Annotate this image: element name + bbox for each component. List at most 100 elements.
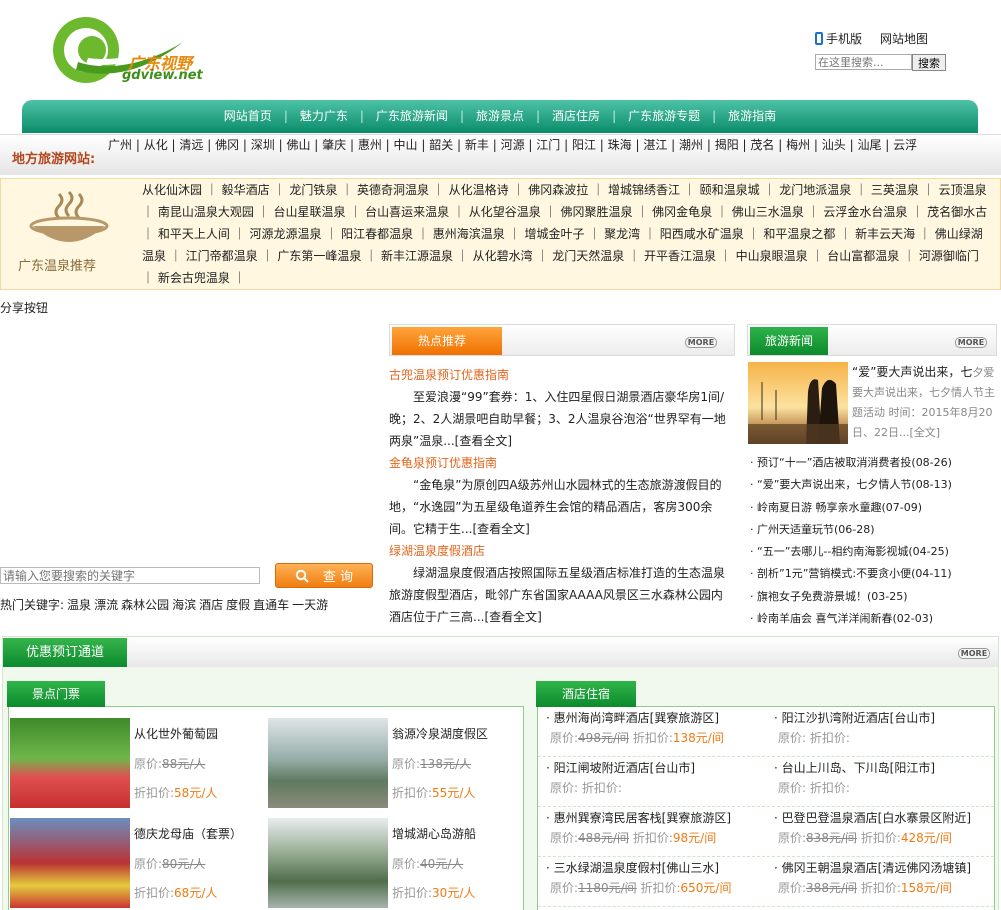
local-site-link[interactable]: 广州 xyxy=(108,138,132,152)
spot-name[interactable]: 增城湖心岛游船 xyxy=(392,825,476,842)
hotel-name[interactable]: · 台山上川岛、下川岛[阳江市] xyxy=(774,758,1001,778)
hot-spring-link[interactable]: 增城锦绣香江 xyxy=(608,183,680,197)
nav-item[interactable]: 魅力广东 xyxy=(288,100,360,133)
local-site-link[interactable]: 阳江 xyxy=(572,138,596,152)
nav-item[interactable]: 旅游景点 xyxy=(464,100,536,133)
hotel-name[interactable]: · 佛冈王朝温泉酒店[清远佛冈汤塘镇] xyxy=(774,858,1001,878)
local-site-link[interactable]: 韶关 xyxy=(429,138,453,152)
hotel-item[interactable]: · 阳江沙扒湾附近酒店[台山市] 原价: 折扣价: xyxy=(774,708,1001,748)
news-item[interactable]: · 旗袍女子免费游景城！(03-25) xyxy=(750,586,1000,608)
hot-spring-link[interactable]: 江门帝都温泉 xyxy=(186,249,258,263)
nav-item[interactable]: 酒店住房 xyxy=(540,100,612,133)
hot-spring-link[interactable]: 新丰江源温泉 xyxy=(381,249,453,263)
hot-spring-link[interactable]: 开平香江温泉 xyxy=(644,249,716,263)
hot-keyword[interactable]: 一天游 xyxy=(292,598,328,612)
news-item[interactable]: · 剖析”1元”营销模式:不要贪小便(04-11) xyxy=(750,563,1000,585)
hot-item-title[interactable]: 金龟泉预订优惠指南 xyxy=(389,452,735,474)
promo-more-button[interactable]: MORE xyxy=(958,648,990,659)
spot-image[interactable] xyxy=(10,718,130,808)
spot-name[interactable]: 翁源冷泉湖度假区 xyxy=(392,725,488,742)
hot-more-button[interactable]: MORE xyxy=(685,337,717,348)
nav-item[interactable]: 旅游指南 xyxy=(716,100,788,133)
spot-card[interactable]: 翁源冷泉湖度假区 原价:138元/人 折扣价:55元/人 xyxy=(268,718,523,813)
mobile-link[interactable]: 手机版 xyxy=(815,30,862,47)
travel-news-tab[interactable]: 旅游新闻 xyxy=(750,327,828,355)
hot-keyword[interactable]: 温泉 xyxy=(67,598,91,612)
hot-spring-link[interactable]: 三英温泉 xyxy=(871,183,919,197)
hot-spring-link[interactable]: 和平温泉之都 xyxy=(763,227,835,241)
hot-keyword[interactable]: 度假 xyxy=(226,598,250,612)
hot-spring-link[interactable]: 台山星联温泉 xyxy=(273,205,345,219)
hot-spring-link[interactable]: 南昆山温泉大观园 xyxy=(158,205,254,219)
local-site-link[interactable]: 汕头 xyxy=(822,138,846,152)
hotel-tab[interactable]: 酒店住宿 xyxy=(536,681,636,707)
local-site-link[interactable]: 珠海 xyxy=(608,138,632,152)
hotel-item[interactable]: · 佛冈王朝温泉酒店[清远佛冈汤塘镇] 原价:388元/间 折扣价:158元/间 xyxy=(774,858,1001,898)
top-search-button[interactable]: 搜索 xyxy=(912,54,946,71)
hot-spring-link[interactable]: 阳江春都温泉 xyxy=(341,227,413,241)
hotel-name[interactable]: · 阳江沙扒湾附近酒店[台山市] xyxy=(774,708,1001,728)
news-item[interactable]: · 广州天适童玩节(06-28) xyxy=(750,519,1000,541)
local-site-link[interactable]: 佛山 xyxy=(286,138,310,152)
hotel-item[interactable]: · 惠州巽寮湾民居客栈[巽寮旅游区] 原价:488元/间 折扣价:98元/间 xyxy=(546,808,774,848)
hot-spring-link[interactable]: 聚龙湾 xyxy=(604,227,640,241)
local-site-link[interactable]: 潮州 xyxy=(679,138,703,152)
hot-spring-link[interactable]: 龙门天然温泉 xyxy=(552,249,624,263)
hot-spring-link[interactable]: 广东第一峰温泉 xyxy=(277,249,361,263)
local-site-link[interactable]: 惠州 xyxy=(358,138,382,152)
local-site-link[interactable]: 梅州 xyxy=(786,138,810,152)
news-feature-image[interactable] xyxy=(748,362,848,444)
keyword-search-input[interactable] xyxy=(0,567,260,584)
hotel-item[interactable]: · 巴登巴登温泉酒店[白水寨景区附近] 原价:838元/间 折扣价:428元/间 xyxy=(774,808,1001,848)
spot-card[interactable]: 增城湖心岛游船 原价:40元/人 折扣价:30元/人 xyxy=(268,818,523,910)
spot-name[interactable]: 德庆龙母庙（套票） xyxy=(134,825,242,842)
hot-spring-link[interactable]: 阳西咸水矿温泉 xyxy=(660,227,744,241)
hot-spring-link[interactable]: 从化温格诗 xyxy=(449,183,509,197)
hot-spring-link[interactable]: 龙门铁泉 xyxy=(289,183,337,197)
news-item[interactable]: · “五一”去哪儿--相约南海影视城(04-25) xyxy=(750,541,1000,563)
hot-item-title[interactable]: 绿湖温泉度假酒店 xyxy=(389,540,735,562)
hotel-name[interactable]: · 三水绿湖温泉度假村[佛山三水] xyxy=(546,858,774,878)
local-site-link[interactable]: 江门 xyxy=(536,138,560,152)
local-site-link[interactable]: 清远 xyxy=(179,138,203,152)
sitemap-link[interactable]: 网站地图 xyxy=(880,30,928,47)
nav-item[interactable]: 广东旅游专题 xyxy=(616,100,712,133)
hotel-item[interactable]: · 惠州海尚湾畔酒店[巽寮旅游区] 原价:498元/间 折扣价:138元/间 xyxy=(546,708,774,748)
spot-name[interactable]: 从化世外葡萄园 xyxy=(134,725,218,742)
local-site-link[interactable]: 揭阳 xyxy=(715,138,739,152)
hot-spring-link[interactable]: 英德奇洞温泉 xyxy=(357,183,429,197)
local-site-link[interactable]: 从化 xyxy=(144,138,168,152)
nav-item[interactable]: 网站首页 xyxy=(212,100,284,133)
spot-card[interactable]: 从化世外葡萄园 原价:88元/人 折扣价:58元/人 xyxy=(10,718,265,813)
share-button[interactable]: 分享按钮 xyxy=(0,299,48,316)
spot-image[interactable] xyxy=(268,818,388,908)
hot-spring-link[interactable]: 龙门地派温泉 xyxy=(779,183,851,197)
local-site-link[interactable]: 深圳 xyxy=(251,138,275,152)
hot-spring-link[interactable]: 毅华酒店 xyxy=(222,183,270,197)
hotel-name[interactable]: · 惠州巽寮湾民居客栈[巽寮旅游区] xyxy=(546,808,774,828)
local-site-link[interactable]: 汕尾 xyxy=(857,138,881,152)
news-feature[interactable]: “爱”要大声说出来，七夕爱要大声说出来，七夕情人节主题活动 时间：2015年8月… xyxy=(852,362,998,443)
hot-spring-link[interactable]: 河源御临门 xyxy=(919,249,979,263)
hotel-item[interactable]: · 三水绿湖温泉度假村[佛山三水] 原价:1180元/间 折扣价:650元/间 xyxy=(546,858,774,898)
news-item[interactable]: · 岭南夏日游 畅享亲水童趣(07-09) xyxy=(750,497,1000,519)
hot-keyword[interactable]: 直通车 xyxy=(253,598,289,612)
hot-spring-link[interactable]: 从化仙沐园 xyxy=(142,183,202,197)
hot-spring-link[interactable]: 佛山三水温泉 xyxy=(732,205,804,219)
hot-recommend-tab[interactable]: 热点推荐 xyxy=(392,327,502,355)
top-search-input[interactable] xyxy=(815,54,912,70)
hot-spring-link[interactable]: 茂名御水古 xyxy=(927,205,987,219)
hot-spring-link[interactable]: 佛冈聚胜温泉 xyxy=(560,205,632,219)
hot-spring-link[interactable]: 新丰云天海 xyxy=(855,227,915,241)
spot-image[interactable] xyxy=(10,818,130,908)
local-site-link[interactable]: 中山 xyxy=(394,138,418,152)
hot-item-title[interactable]: 古兜温泉预订优惠指南 xyxy=(389,364,735,386)
hotel-name[interactable]: · 阳江闸坡附近酒店[台山市] xyxy=(546,758,774,778)
hot-spring-link[interactable]: 台山喜运来温泉 xyxy=(365,205,449,219)
hot-spring-link[interactable]: 从化碧水湾 xyxy=(473,249,533,263)
hot-spring-link[interactable]: 佛冈金龟泉 xyxy=(652,205,712,219)
hot-spring-link[interactable]: 颐和温泉城 xyxy=(700,183,760,197)
hot-keyword[interactable]: 森林公园 xyxy=(121,598,169,612)
local-site-link[interactable]: 新丰 xyxy=(465,138,489,152)
local-site-link[interactable]: 茂名 xyxy=(750,138,774,152)
